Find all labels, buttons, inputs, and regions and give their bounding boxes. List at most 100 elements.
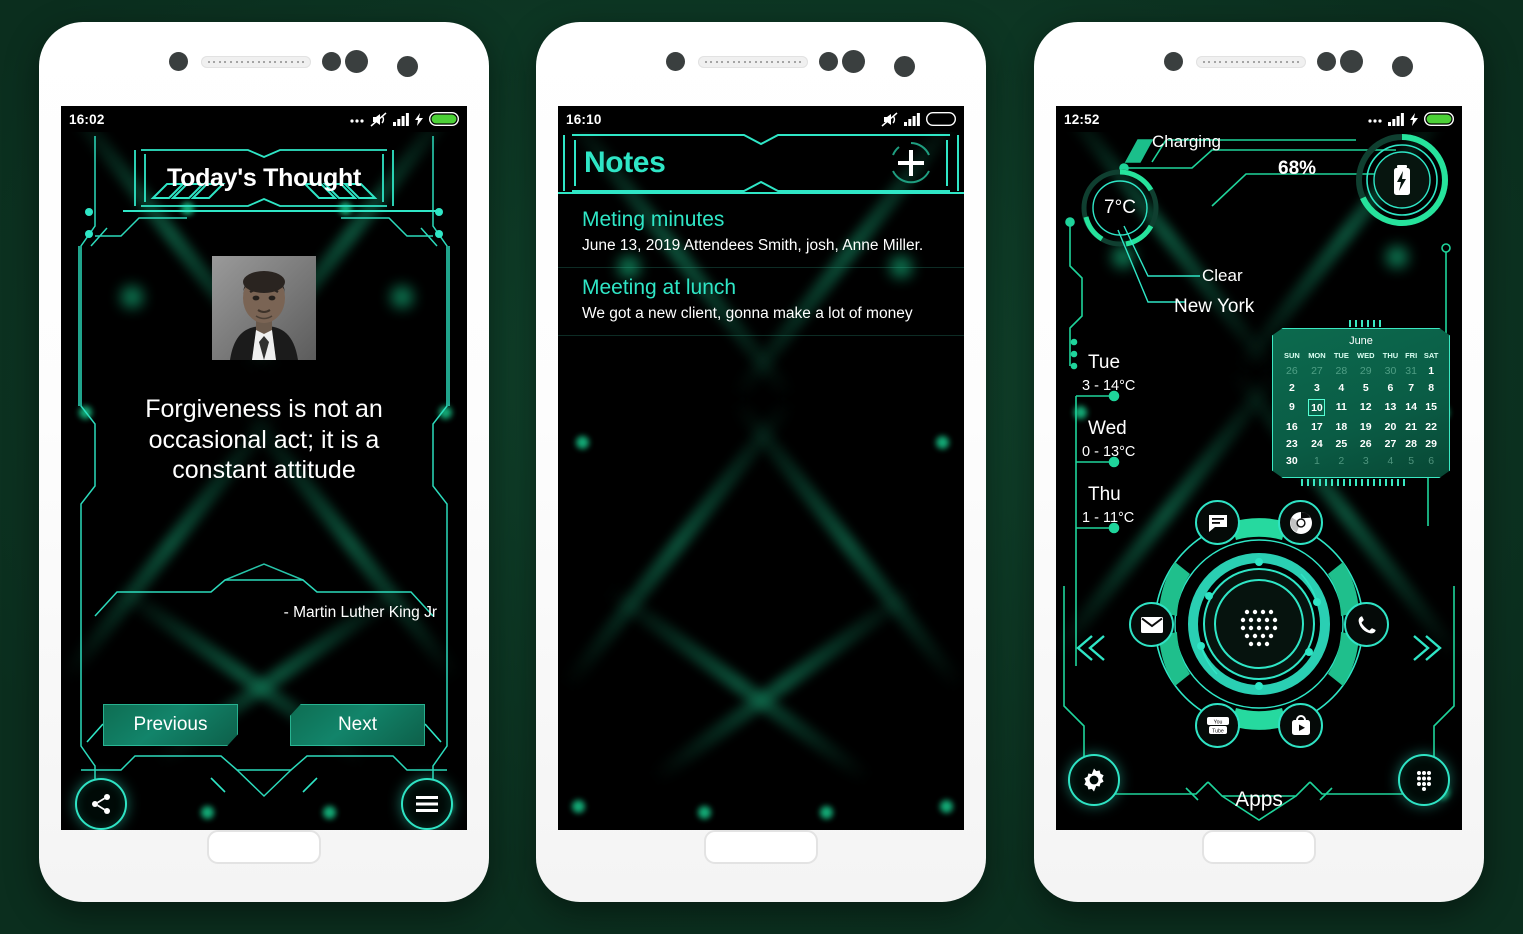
calendar-day-cell[interactable]: 17 bbox=[1304, 418, 1330, 435]
phone-sensors bbox=[1034, 50, 1484, 80]
settings-button[interactable] bbox=[1068, 754, 1120, 806]
calendar-week-row: 16 17 18 19 20 21 22 bbox=[1280, 418, 1442, 435]
calendar-day-cell[interactable]: 15 bbox=[1420, 396, 1442, 418]
status-time: 12:52 bbox=[1064, 111, 1100, 127]
calendar-day-cell[interactable]: 12 bbox=[1353, 396, 1379, 418]
page-left-button[interactable] bbox=[1070, 626, 1114, 675]
calendar-day-cell[interactable]: 4 bbox=[1379, 452, 1402, 469]
status-time: 16:02 bbox=[69, 111, 105, 127]
sensor-dot bbox=[322, 52, 341, 71]
calendar-weekday: SAT bbox=[1423, 351, 1439, 360]
calendar-day-cell[interactable]: 29 bbox=[1420, 435, 1442, 452]
phone-device-1: 16:02 Today's Thought Forgiveness is not… bbox=[39, 22, 489, 902]
calendar-day-cell[interactable]: 6 bbox=[1420, 452, 1442, 469]
calendar-day-cell[interactable]: 29 bbox=[1353, 362, 1379, 379]
previous-button[interactable]: Previous bbox=[103, 704, 238, 746]
calendar-weekday-header: SUN MON TUE WED THU FRI SAT bbox=[1280, 351, 1442, 362]
calendar-week-row: 26 27 28 29 30 31 1 bbox=[1280, 362, 1442, 379]
page-right-button[interactable] bbox=[1404, 626, 1448, 675]
calendar-weekday: TUE bbox=[1333, 351, 1349, 360]
calendar-day-cell[interactable]: 13 bbox=[1379, 396, 1402, 418]
calendar-day-cell[interactable]: 31 bbox=[1402, 362, 1420, 379]
weather-city: New York bbox=[1174, 296, 1255, 317]
home-button[interactable] bbox=[207, 830, 321, 864]
app-icon-youtube[interactable]: You Tube bbox=[1195, 703, 1240, 748]
play-store-icon bbox=[1291, 714, 1310, 735]
mute-icon bbox=[370, 111, 387, 127]
list-item[interactable]: Meeting at lunch We got a new client, go… bbox=[558, 266, 964, 336]
calendar-day-cell[interactable]: 4 bbox=[1330, 379, 1353, 396]
front-camera bbox=[345, 50, 368, 73]
notes-app-bar: Notes bbox=[558, 132, 964, 194]
app-icon-play-store[interactable] bbox=[1278, 703, 1323, 748]
sensor-dot bbox=[169, 52, 188, 71]
note-body: June 13, 2019 Attendees Smith, josh, Ann… bbox=[582, 237, 924, 254]
calendar-day-cell[interactable]: 27 bbox=[1304, 362, 1330, 379]
app-icon-messages[interactable] bbox=[1195, 500, 1240, 545]
calendar-day-cell[interactable]: 1 bbox=[1420, 362, 1442, 379]
calendar-today: 10 bbox=[1308, 398, 1326, 416]
share-button[interactable] bbox=[75, 778, 127, 830]
calendar-day-cell[interactable]: 5 bbox=[1402, 452, 1420, 469]
calendar-day-cell[interactable]: 21 bbox=[1402, 418, 1420, 435]
phone-device-3: 12:52 Charging 68% 7°C Clear New York Tu… bbox=[1034, 22, 1484, 902]
calendar-day-cell[interactable]: 22 bbox=[1420, 418, 1442, 435]
calendar-day-cell[interactable]: 20 bbox=[1379, 418, 1402, 435]
sensor-dot bbox=[666, 52, 685, 71]
calendar-day-cell[interactable]: 26 bbox=[1280, 362, 1304, 379]
earpiece-grille bbox=[1196, 56, 1306, 68]
calendar-day-cell[interactable]: 14 bbox=[1402, 396, 1420, 418]
forecast-day: Thu bbox=[1088, 484, 1121, 505]
calendar-day-cell[interactable]: 30 bbox=[1379, 362, 1402, 379]
app-drawer-button[interactable] bbox=[1398, 754, 1450, 806]
calendar-widget[interactable]: June SUN MON TUE WED THU FRI SAT 26 27 28 29 30 31 1… bbox=[1272, 318, 1450, 488]
calendar-day-cell[interactable]: 2 bbox=[1280, 379, 1304, 396]
forecast-row: Tue 3 - 14°C bbox=[1078, 352, 1135, 394]
signal-icon bbox=[904, 112, 920, 126]
list-item[interactable]: Meting minutes June 13, 2019 Attendees S… bbox=[558, 198, 964, 268]
calendar-day-cell[interactable]: 1 bbox=[1304, 452, 1330, 469]
calendar-day-cell[interactable]: 3 bbox=[1353, 452, 1379, 469]
app-icon-email[interactable] bbox=[1129, 602, 1174, 647]
signal-icon bbox=[1388, 112, 1404, 126]
calendar-day-cell[interactable]: 9 bbox=[1280, 396, 1304, 418]
home-button[interactable] bbox=[1202, 830, 1316, 864]
charging-status-label: Charging bbox=[1152, 132, 1221, 151]
calendar-day-cell[interactable]: 28 bbox=[1330, 362, 1353, 379]
calendar-day-cell[interactable]: 5 bbox=[1353, 379, 1379, 396]
calendar-day-cell[interactable]: 10 bbox=[1304, 396, 1330, 418]
forecast-row: Thu 1 - 11°C bbox=[1078, 484, 1134, 526]
app-drawer-icon bbox=[1417, 771, 1431, 791]
calendar-day-cell[interactable]: 30 bbox=[1280, 452, 1304, 469]
calendar-day-cell[interactable]: 7 bbox=[1402, 379, 1420, 396]
battery-ring-widget[interactable] bbox=[1356, 134, 1448, 226]
quote-text: Forgiveness is not an occasional act; it… bbox=[145, 395, 383, 484]
calendar-day-cell[interactable]: 28 bbox=[1402, 435, 1420, 452]
calendar-day-cell[interactable]: 16 bbox=[1280, 418, 1304, 435]
calendar-day-cell[interactable]: 19 bbox=[1353, 418, 1379, 435]
home-button[interactable] bbox=[704, 830, 818, 864]
menu-button[interactable] bbox=[401, 778, 453, 830]
calendar-day-cell[interactable]: 11 bbox=[1330, 396, 1353, 418]
weather-condition: Clear bbox=[1202, 266, 1243, 285]
calendar-month: June bbox=[1349, 335, 1373, 347]
app-icon-chrome[interactable] bbox=[1278, 500, 1323, 545]
status-bar: 12:52 bbox=[1056, 106, 1462, 132]
calendar-day-cell[interactable]: 24 bbox=[1304, 435, 1330, 452]
calendar-day-cell[interactable]: 25 bbox=[1330, 435, 1353, 452]
app-ring-dock: You Tube bbox=[1129, 500, 1389, 748]
app-icon-phone[interactable] bbox=[1344, 602, 1389, 647]
calendar-week-row: 2345678 bbox=[1280, 379, 1442, 396]
calendar-day-cell[interactable]: 26 bbox=[1353, 435, 1379, 452]
calendar-day-cell[interactable]: 27 bbox=[1379, 435, 1402, 452]
status-bar: 16:02 bbox=[61, 106, 467, 132]
calendar-day-cell[interactable]: 8 bbox=[1420, 379, 1442, 396]
phone-3-screen: 12:52 Charging 68% 7°C Clear New York Tu… bbox=[1056, 106, 1462, 830]
calendar-day-cell[interactable]: 23 bbox=[1280, 435, 1304, 452]
next-button[interactable]: Next bbox=[290, 704, 425, 746]
calendar-day-cell[interactable]: 2 bbox=[1330, 452, 1353, 469]
calendar-day-cell[interactable]: 6 bbox=[1379, 379, 1402, 396]
add-note-button[interactable] bbox=[888, 140, 934, 186]
calendar-day-cell[interactable]: 3 bbox=[1304, 379, 1330, 396]
calendar-day-cell[interactable]: 18 bbox=[1330, 418, 1353, 435]
